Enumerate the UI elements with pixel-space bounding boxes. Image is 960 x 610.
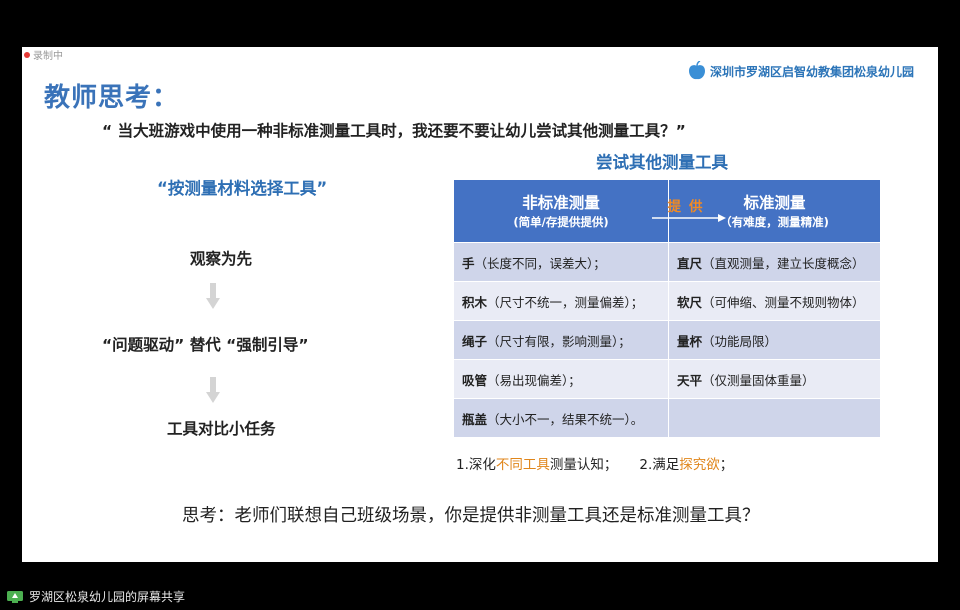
table-cell: 天平（仅测量固体重量） [668, 359, 880, 399]
table-cell: 瓶盖（大小不一，结果不统一）。 [454, 398, 669, 437]
screen-share-label[interactable]: 罗湖区松泉幼儿园的屏幕共享 [6, 588, 185, 605]
benefit-1-highlight: 不同工具 [495, 457, 550, 473]
arrow-right-icon [652, 214, 726, 222]
record-dot-icon [24, 51, 30, 58]
apple-logo-icon [688, 61, 705, 80]
recording-indicator[interactable]: 录制中 [24, 48, 63, 62]
screen-share-icon [7, 590, 23, 603]
table-row: 绳子（尺寸有限，影响测量）； 量杯（功能局限） [454, 320, 880, 360]
step-tool-comparison: 工具对比小任务 [167, 420, 276, 438]
key-question: “ 当大班游戏中使用一种非标准测量工具时，我还要不要让幼儿尝试其他测量工具？” [102, 122, 686, 140]
thinking-prompt: 思考：老师们联想自己班级场景，你是提供非测量工具还是标准测量工具？ [182, 506, 760, 526]
table-cell: 积木（尺寸不统一，测量偏差）； [454, 281, 669, 321]
right-black-bar [938, 47, 960, 562]
page-title: 教师思考： [44, 83, 180, 113]
header-non-standard: 非标准测量 (简单/存提供提供) [454, 180, 669, 243]
subtitle-choose-tools: “按测量材料选择工具” [157, 179, 328, 198]
step-problem-driven: “问题驱动” 替代 “强制引导” [102, 336, 309, 354]
header-non-standard-sub: (简单/存提供提供) [513, 215, 609, 229]
table-cell: 手（长度不同，误差大）； [454, 242, 669, 282]
top-black-bar [0, 0, 960, 47]
recording-label: 录制中 [33, 51, 63, 62]
down-arrow-icon [206, 377, 220, 403]
left-black-bar [0, 47, 22, 562]
table-cell: 量杯（功能局限） [668, 320, 880, 360]
table-cell: 绳子（尺寸有限，影响测量）； [454, 320, 669, 360]
school-logo: 深圳市罗湖区启智幼教集团松泉幼儿园 [688, 61, 914, 81]
benefits-line: 1.深化不同工具测量认知； 2.满足探究欲； [456, 453, 733, 473]
benefit-1-suffix: 测量认知； [549, 457, 618, 473]
table-cell: 直尺（直观测量，建立长度概念） [668, 242, 880, 282]
table-row: 瓶盖（大小不一，结果不统一）。 [454, 398, 880, 437]
table-row: 吸管（易出现偏差）； 天平（仅测量固体重量） [454, 359, 880, 399]
table-cell: 吸管（易出现偏差）； [454, 359, 669, 399]
header-non-standard-title: 非标准测量 [522, 194, 600, 212]
benefit-2-prefix: 2.满足 [639, 457, 680, 473]
step-observe: 观察为先 [190, 250, 253, 268]
table-cell: 软尺（可伸缩、测量不规则物体） [668, 281, 880, 321]
school-name: 深圳市罗湖区启智幼教集团松泉幼儿园 [709, 64, 914, 79]
table-cell [668, 398, 880, 437]
screen-share-text: 罗湖区松泉幼儿园的屏幕共享 [29, 590, 186, 604]
table-row: 手（长度不同，误差大）； 直尺（直观测量，建立长度概念） [454, 242, 880, 282]
benefit-1-prefix: 1.深化 [456, 457, 496, 473]
provide-label: 提供 [667, 199, 711, 215]
benefit-2-highlight: 探究欲 [679, 457, 720, 473]
shared-slide: 录制中 深圳市罗湖区启智幼教集团松泉幼儿园 教师思考： “ 当大班游戏中使用一种… [22, 47, 938, 562]
table-row: 积木（尺寸不统一，测量偏差）； 软尺（可伸缩、测量不规则物体） [454, 281, 880, 321]
down-arrow-icon [206, 283, 220, 309]
benefit-2-suffix: ； [719, 457, 734, 473]
subtitle-try-other-tools: 尝试其他测量工具 [596, 153, 728, 172]
